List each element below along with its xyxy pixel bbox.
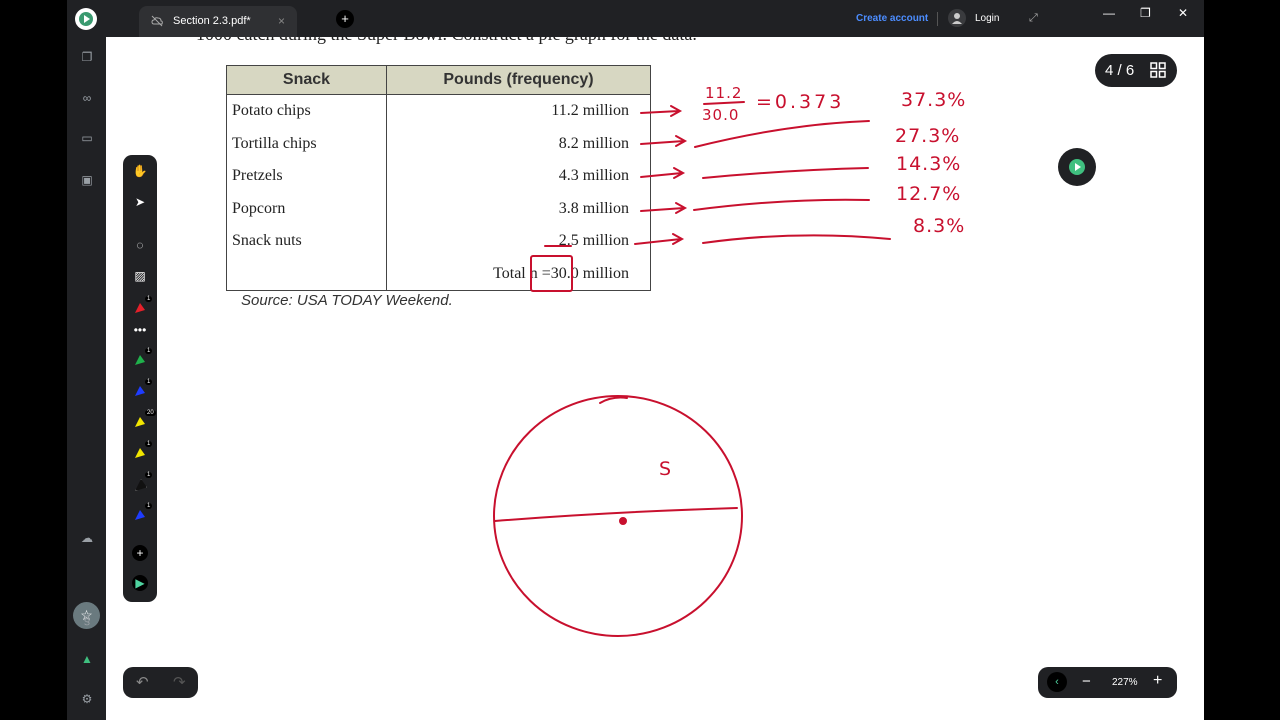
arrow-row-1 (640, 105, 683, 117)
tab-close-icon[interactable]: × (278, 14, 285, 28)
avatar-icon[interactable] (948, 9, 966, 27)
drawing-toolbar: ✋ ➤ ◌ ▨ 1 ••• 1 1 20 1 1 1 + ▶ (123, 155, 157, 602)
app-play-icon[interactable]: ▶ (132, 575, 148, 591)
arrow-row-5 (634, 233, 685, 245)
app-window: 1000 catch during the Super Bowl. Constr… (67, 0, 1204, 720)
pen-count-badge: 1 (145, 296, 153, 302)
keyboard-icon[interactable]: ▭ (79, 130, 95, 146)
pen-count-badge: 1 (145, 348, 153, 354)
fullscreen-icon[interactable]: ⤢ (1029, 12, 1038, 25)
divider (937, 12, 938, 26)
select-arrow-icon[interactable]: ➤ (132, 194, 148, 210)
ink-percent-4: 12.7% (896, 183, 962, 205)
app-logo-icon[interactable] (75, 8, 97, 30)
ink-slice-label: S (659, 458, 673, 480)
ink-line-3 (702, 167, 869, 179)
cloud-off-icon (151, 15, 163, 27)
ink-line-4 (693, 198, 870, 211)
ink-decimal: =0.373 (756, 91, 845, 113)
arrow-row-4 (640, 202, 688, 214)
settings-gear-icon[interactable]: ⚙ (79, 691, 95, 707)
ink-line-2 (694, 120, 870, 148)
pen-count-badge: 1 (145, 441, 153, 447)
undo-redo-bar: ↶ ↷ (123, 667, 198, 698)
pen-count-badge: 1 (145, 472, 153, 478)
ink-percent-2: 27.3% (895, 125, 961, 147)
pen-blue-2-icon[interactable] (135, 510, 145, 520)
add-tool-icon[interactable]: + (132, 545, 148, 561)
image-icon[interactable]: ▨ (132, 268, 148, 284)
pen-yellow-icon[interactable] (135, 448, 145, 458)
pen-black-icon[interactable] (135, 479, 147, 491)
pages-icon[interactable]: ❐ (79, 49, 95, 65)
page-indicator[interactable]: 4 / 6 (1095, 54, 1177, 87)
annotation-ink-layer (493, 101, 891, 637)
zoom-out-icon[interactable]: − (1082, 673, 1091, 690)
title-bar: Section 2.3.pdf* × + Create account Logi… (67, 0, 1204, 37)
total-highlight-box (530, 255, 573, 292)
share-icon[interactable]: § (79, 612, 95, 628)
fraction-bar (703, 101, 745, 105)
highlighter-yellow-icon[interactable] (135, 417, 145, 427)
tab-section-2-3[interactable]: Section 2.3.pdf* × (139, 6, 297, 37)
ink-percent-1: 37.3% (901, 89, 967, 111)
pie-center-dot (619, 517, 627, 525)
binoculars-icon[interactable]: ∞ (79, 90, 95, 106)
close-button[interactable]: ✕ (1178, 6, 1188, 20)
arrow-row-2 (640, 135, 688, 147)
pen-red-icon[interactable] (135, 303, 145, 313)
pen-count-badge: 1 (145, 379, 153, 385)
hand-tool-icon[interactable]: ✋ (132, 163, 148, 179)
arrow-row-3 (640, 167, 686, 179)
zoom-controls: ‹ − 227% + (1038, 667, 1177, 698)
collapse-chevron-icon[interactable]: ‹ (1047, 672, 1067, 692)
maximize-button[interactable]: ❐ (1140, 6, 1151, 20)
zoom-in-icon[interactable]: + (1153, 672, 1162, 690)
pen-count-badge: 1 (145, 503, 153, 509)
pie-diameter (494, 507, 738, 522)
page-number: 4 / 6 (1105, 62, 1135, 79)
minimize-button[interactable]: — (1103, 6, 1115, 20)
left-rail: ❐ ∞ ▭ ▣ ☁ ☆ § ▲ ⚙ (67, 37, 106, 720)
graduation-icon[interactable]: ▲ (79, 651, 95, 667)
lasso-icon[interactable]: ◌ (132, 237, 148, 253)
ink-line-5 (702, 234, 891, 244)
undo-icon[interactable]: ↶ (136, 673, 149, 691)
ink-percent-3: 14.3% (896, 153, 962, 175)
pdf-page[interactable]: 1000 catch during the Super Bowl. Constr… (67, 0, 1204, 720)
ink-fraction-num: 11.2 (705, 84, 743, 102)
tab-label: Section 2.3.pdf* (173, 15, 251, 27)
pen-count-badge: 20 (145, 410, 156, 416)
pen-blue-icon[interactable] (135, 386, 145, 396)
new-tab-button[interactable]: + (336, 10, 354, 28)
floating-assistant-icon[interactable] (1058, 148, 1096, 186)
more-options-icon[interactable]: ••• (132, 322, 148, 338)
redo-icon[interactable]: ↷ (173, 673, 186, 691)
grid-view-icon[interactable] (1150, 62, 1166, 78)
login-button[interactable]: Login (975, 13, 999, 24)
save-icon[interactable]: ▣ (79, 172, 95, 188)
create-account-link[interactable]: Create account (856, 13, 928, 24)
ink-fraction-den: 30.0 (702, 106, 740, 124)
cloud-sync-icon[interactable]: ☁ (79, 530, 95, 546)
pie-circle (493, 395, 743, 637)
pen-green-icon[interactable] (135, 355, 145, 365)
pie-top-tick (599, 396, 628, 404)
ink-percent-5: 8.3% (913, 215, 966, 237)
zoom-level[interactable]: 227% (1112, 677, 1138, 688)
